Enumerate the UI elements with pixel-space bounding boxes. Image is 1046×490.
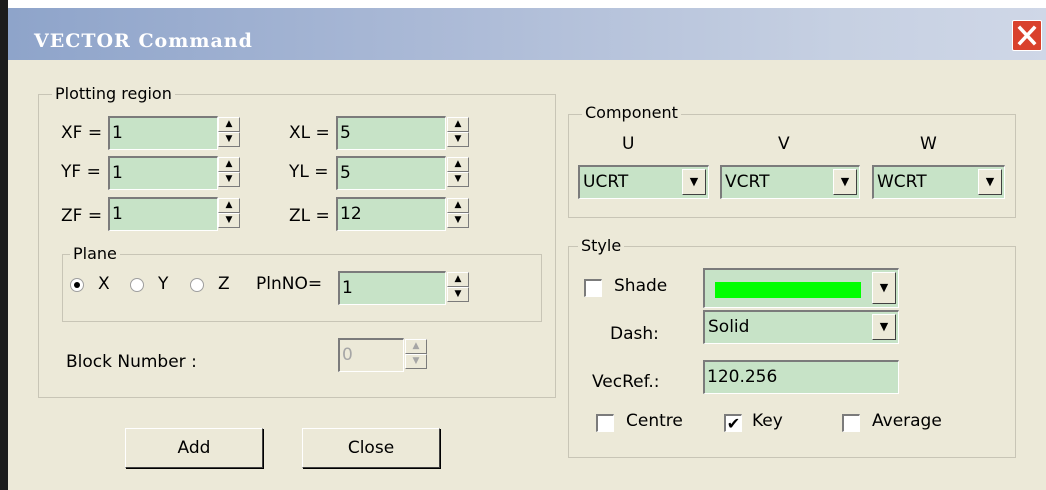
plane-z-radio[interactable] xyxy=(190,278,204,292)
plane-z-label[interactable]: Z xyxy=(218,274,230,294)
spin-down-icon[interactable]: ▼ xyxy=(447,213,469,228)
block-number-label: Block Number : xyxy=(66,352,197,372)
xf-label: XF = xyxy=(61,123,103,143)
spin-up-icon[interactable]: ▲ xyxy=(447,157,469,172)
spin-up-icon[interactable]: ▲ xyxy=(218,117,240,132)
w-column-header: W xyxy=(920,134,937,154)
spin-up-icon[interactable]: ▲ xyxy=(447,117,469,132)
zl-input[interactable]: 12 xyxy=(336,197,446,231)
spin-up-icon[interactable]: ▲ xyxy=(447,272,469,287)
plnno-spinner[interactable]: ▲ ▼ xyxy=(447,272,471,302)
spin-up-icon[interactable]: ▲ xyxy=(218,198,240,213)
vecref-input[interactable]: 120.256 xyxy=(703,360,899,394)
plnno-input[interactable]: 1 xyxy=(338,271,446,305)
v-component-value: VCRT xyxy=(725,172,770,192)
centre-checkbox[interactable] xyxy=(596,414,614,432)
zf-input[interactable]: 1 xyxy=(108,197,218,231)
u-component-value: UCRT xyxy=(583,172,629,192)
key-label[interactable]: Key xyxy=(752,411,783,431)
xl-input[interactable]: 5 xyxy=(336,116,446,150)
yf-label: YF = xyxy=(61,162,101,182)
yl-label: YL = xyxy=(289,162,329,182)
close-window-button[interactable] xyxy=(1012,20,1042,51)
plane-y-radio[interactable] xyxy=(130,278,144,292)
block-number-spinner: ▲ ▼ xyxy=(405,339,429,369)
block-number-input: 0 xyxy=(338,338,404,372)
chevron-down-icon[interactable]: ▼ xyxy=(833,169,857,195)
spin-down-icon[interactable]: ▼ xyxy=(218,213,240,228)
window-left-edge xyxy=(0,0,8,490)
average-label[interactable]: Average xyxy=(872,411,942,431)
vector-command-dialog: VECTOR Command Plotting region XF = 1 ▲ … xyxy=(0,0,1046,490)
vecref-label: VecRef.: xyxy=(592,372,660,392)
yl-spinner[interactable]: ▲ ▼ xyxy=(447,157,471,187)
chevron-down-icon[interactable]: ▼ xyxy=(682,169,706,195)
component-legend: Component xyxy=(582,103,681,122)
u-component-select[interactable]: UCRT ▼ xyxy=(578,165,709,199)
spin-down-icon[interactable]: ▼ xyxy=(447,172,469,187)
zl-label: ZL = xyxy=(289,206,330,226)
v-column-header: V xyxy=(778,134,790,154)
spin-down-icon[interactable]: ▼ xyxy=(447,132,469,147)
plane-x-radio[interactable] xyxy=(70,278,84,292)
add-button[interactable]: Add xyxy=(125,428,263,468)
zl-spinner[interactable]: ▲ ▼ xyxy=(447,198,471,228)
style-legend: Style xyxy=(578,236,625,255)
spin-up-icon[interactable]: ▲ xyxy=(447,198,469,213)
plane-y-label[interactable]: Y xyxy=(158,274,168,294)
xf-spinner[interactable]: ▲ ▼ xyxy=(218,117,242,147)
spin-up-icon[interactable]: ▲ xyxy=(218,157,240,172)
xl-label: XL = xyxy=(289,123,330,143)
v-component-select[interactable]: VCRT ▼ xyxy=(720,165,860,199)
chevron-down-icon[interactable]: ▼ xyxy=(872,314,896,340)
dash-value: Solid xyxy=(708,317,750,337)
shade-color-swatch xyxy=(715,282,861,298)
w-component-select[interactable]: WCRT ▼ xyxy=(872,165,1005,199)
spin-up-icon: ▲ xyxy=(405,339,427,354)
zf-label: ZF = xyxy=(61,206,103,226)
yf-spinner[interactable]: ▲ ▼ xyxy=(218,157,242,187)
centre-label[interactable]: Centre xyxy=(626,411,683,431)
zf-spinner[interactable]: ▲ ▼ xyxy=(218,198,242,228)
xl-spinner[interactable]: ▲ ▼ xyxy=(447,117,471,147)
key-checkbox[interactable]: ✔ xyxy=(724,414,742,432)
plane-legend: Plane xyxy=(70,244,120,263)
chevron-down-icon[interactable]: ▼ xyxy=(978,169,1002,195)
plnno-label: PlnNO= xyxy=(256,274,323,294)
window-title: VECTOR Command xyxy=(34,30,253,52)
yl-input[interactable]: 5 xyxy=(336,156,446,190)
u-column-header: U xyxy=(622,134,635,154)
shade-label[interactable]: Shade xyxy=(614,276,667,296)
close-icon xyxy=(1017,25,1037,46)
plotting-region-legend: Plotting region xyxy=(52,84,175,103)
xf-input[interactable]: 1 xyxy=(108,116,218,150)
close-button[interactable]: Close xyxy=(302,428,440,468)
spin-down-icon[interactable]: ▼ xyxy=(447,287,469,302)
dash-select[interactable]: Solid ▼ xyxy=(703,310,899,344)
spin-down-icon: ▼ xyxy=(405,354,427,369)
spin-down-icon[interactable]: ▼ xyxy=(218,172,240,187)
shade-color-select[interactable]: ▼ xyxy=(703,268,899,308)
plane-x-label[interactable]: X xyxy=(98,274,110,294)
title-bar[interactable]: VECTOR Command xyxy=(8,8,1046,60)
average-checkbox[interactable] xyxy=(842,414,860,432)
w-component-value: WCRT xyxy=(877,172,927,192)
shade-checkbox[interactable] xyxy=(584,279,602,297)
spin-down-icon[interactable]: ▼ xyxy=(218,132,240,147)
chevron-down-icon[interactable]: ▼ xyxy=(872,272,896,304)
yf-input[interactable]: 1 xyxy=(108,156,218,190)
dash-label: Dash: xyxy=(610,324,659,344)
